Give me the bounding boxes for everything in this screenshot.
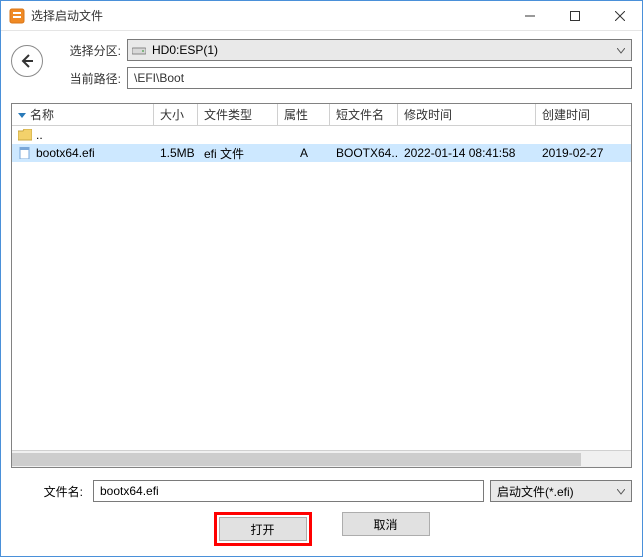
arrow-left-icon [18,52,36,70]
scrollbar-thumb[interactable] [12,453,581,466]
titlebar[interactable]: 选择启动文件 [1,1,642,31]
filename-label: 文件名: [11,483,83,500]
folder-icon [18,129,32,141]
cancel-button[interactable]: 取消 [342,512,430,536]
header-area: 选择分区: HD0:ESP(1) 当前路径: [1,31,642,99]
disk-icon [132,45,146,55]
filename-input[interactable] [93,480,484,502]
back-button[interactable] [11,45,43,77]
partition-label: 选择分区: [61,42,121,59]
open-button[interactable]: 打开 [219,517,307,541]
list-body[interactable]: .. bootx64.efi 1.5MB efi 文件 A BOOTX64...… [12,126,631,450]
chevron-down-icon [617,484,625,498]
sort-icon [18,108,26,122]
row-up[interactable]: .. [12,126,631,144]
list-header: 名称 大小 文件类型 属性 短文件名 修改时间 创建时间 [12,104,631,126]
open-button-highlight: 打开 [214,512,312,546]
app-icon [9,8,25,24]
col-attr[interactable]: 属性 [278,104,330,125]
chevron-down-icon [617,43,625,57]
filter-combo[interactable]: 启动文件(*.efi) [490,480,632,502]
path-label: 当前路径: [61,70,121,87]
dialog-window: 选择启动文件 选择分区: HD0:ESP(1) 当前路径: [0,0,643,557]
col-name[interactable]: 名称 [12,104,154,125]
maximize-button[interactable] [552,1,597,30]
minimize-button[interactable] [507,1,552,30]
col-size[interactable]: 大小 [154,104,198,125]
partition-combo[interactable]: HD0:ESP(1) [127,39,632,61]
partition-value: HD0:ESP(1) [152,43,218,57]
col-create[interactable]: 创建时间 [536,104,631,125]
filter-value: 启动文件(*.efi) [497,483,574,500]
horizontal-scrollbar[interactable] [12,450,631,467]
path-input[interactable] [127,67,632,89]
col-type[interactable]: 文件类型 [198,104,278,125]
col-mod[interactable]: 修改时间 [398,104,536,125]
bottom-area: 文件名: 启动文件(*.efi) 打开 取消 [1,474,642,556]
col-short[interactable]: 短文件名 [330,104,398,125]
close-button[interactable] [597,1,642,30]
file-list: 名称 大小 文件类型 属性 短文件名 修改时间 创建时间 .. bootx64.… [11,103,632,468]
window-title: 选择启动文件 [31,7,507,24]
file-icon [18,147,32,159]
row-file[interactable]: bootx64.efi 1.5MB efi 文件 A BOOTX64.... 2… [12,144,631,162]
